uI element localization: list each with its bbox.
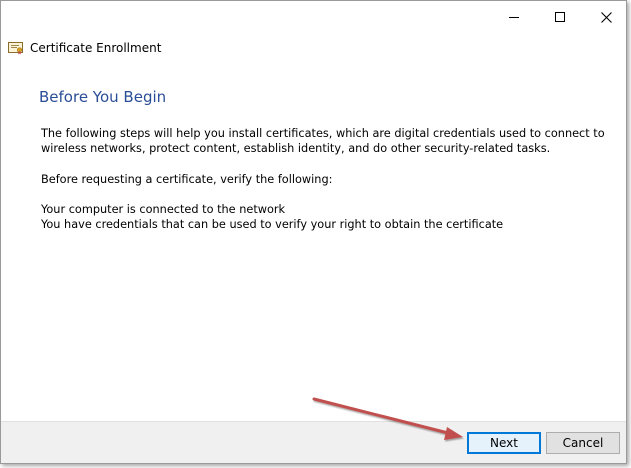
window-title: Certificate Enrollment: [30, 41, 162, 55]
wizard-footer: Next Cancel: [1, 421, 626, 463]
close-icon: [600, 11, 612, 23]
intro-text: The following steps will help you instal…: [41, 127, 605, 155]
certificate-icon: [8, 42, 23, 55]
next-button[interactable]: Next: [467, 432, 541, 454]
maximize-button[interactable]: [537, 1, 583, 33]
checklist-item-network: Your computer is connected to the networ…: [41, 203, 286, 216]
wizard-header: Certificate Enrollment: [8, 39, 161, 57]
minimize-icon: [509, 17, 519, 18]
page-title: Before You Begin: [39, 88, 167, 106]
close-button[interactable]: [583, 1, 629, 33]
minimize-button[interactable]: [491, 1, 537, 33]
cancel-button[interactable]: Cancel: [546, 432, 620, 454]
verify-prompt: Before requesting a certificate, verify …: [41, 173, 333, 186]
certificate-enrollment-window: Certificate Enrollment Before You Begin …: [0, 0, 627, 464]
maximize-icon: [555, 12, 565, 22]
checklist-item-credentials: You have credentials that can be used to…: [41, 218, 504, 231]
checklist: Your computer is connected to the networ…: [41, 202, 621, 232]
